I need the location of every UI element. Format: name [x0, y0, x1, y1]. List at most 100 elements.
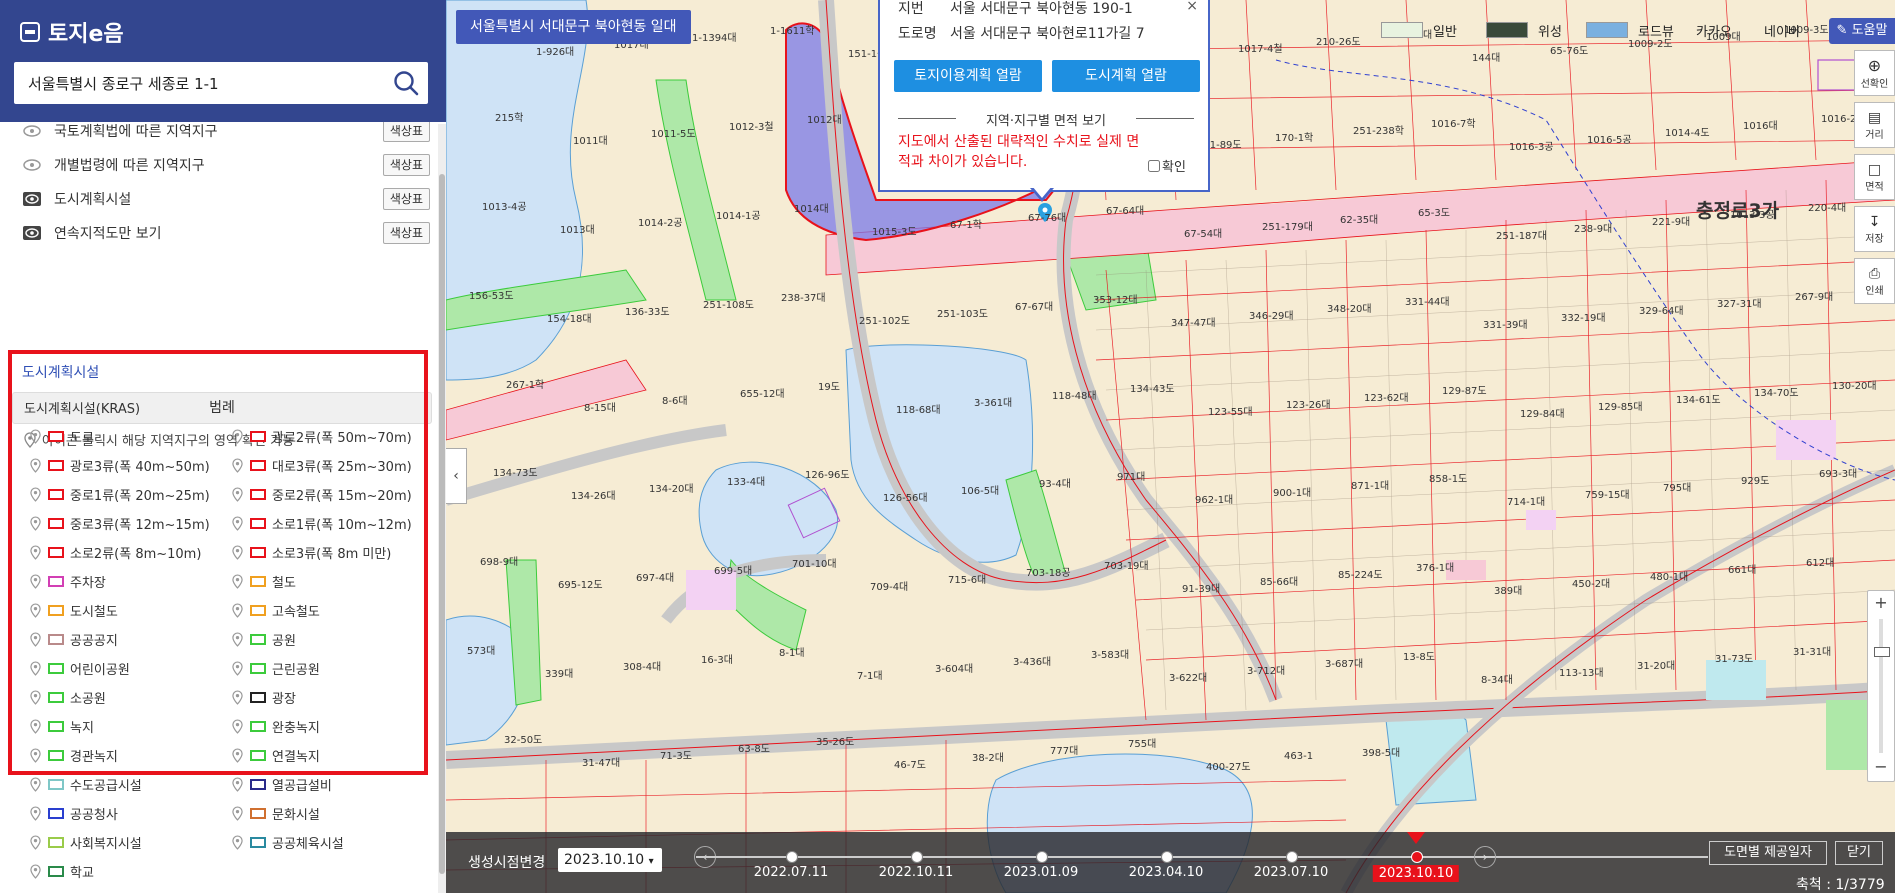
map-pin-icon[interactable]	[230, 602, 244, 618]
legend-item[interactable]: 주차장	[28, 570, 106, 592]
map-pin-icon[interactable]	[230, 776, 244, 792]
map-pin-icon[interactable]	[28, 486, 42, 502]
search-button[interactable]	[384, 62, 428, 104]
legend-item[interactable]: 중로3류(폭 12m~15m)	[28, 512, 210, 534]
maptype-satellite[interactable]: 위성	[1486, 18, 1562, 42]
tool-save[interactable]: ↧ 저장	[1854, 206, 1895, 252]
map-pin-icon[interactable]	[28, 689, 42, 705]
map-pin-icon[interactable]	[28, 805, 42, 821]
timeline-date[interactable]: 2023.10.10	[1372, 865, 1460, 882]
legend-item[interactable]: 소로2류(폭 8m~10m)	[28, 541, 201, 563]
legend-item[interactable]: 도로	[28, 425, 94, 447]
map-pin-icon[interactable]	[230, 689, 244, 705]
timeline-point[interactable]	[1161, 851, 1173, 863]
legend-item[interactable]: 소로3류(폭 8m 미만)	[230, 541, 391, 563]
legend-item[interactable]: 공공체육시설	[230, 831, 344, 853]
timeline-point[interactable]	[1286, 851, 1298, 863]
map-pin-icon[interactable]	[230, 428, 244, 444]
zoom-track[interactable]	[1879, 619, 1883, 753]
maptype-normal[interactable]: 일반	[1381, 18, 1457, 42]
map-pin-icon[interactable]	[28, 863, 42, 879]
timeline-next-button[interactable]: ›	[1474, 846, 1496, 868]
confirm-checkbox[interactable]: 확인	[1148, 156, 1186, 175]
legend-item[interactable]: 경관녹지	[28, 744, 118, 766]
help-button[interactable]: ✎ 도움말	[1829, 18, 1895, 44]
maptype-naver[interactable]: 네이버	[1764, 18, 1800, 42]
map-pin-icon[interactable]	[28, 631, 42, 647]
legend-item[interactable]: 열공급설비	[230, 773, 332, 795]
timeline-date[interactable]: 2023.07.10	[1254, 865, 1328, 880]
logo[interactable]: 토지e음	[20, 16, 124, 48]
legend-item[interactable]: 광로2류(폭 50m~70m)	[230, 425, 412, 447]
timeline-date[interactable]: 2022.07.11	[754, 865, 828, 880]
legend-item[interactable]: 문화시설	[230, 802, 320, 824]
legend-item[interactable]: 공공청사	[28, 802, 118, 824]
tool-line-check[interactable]: ⊕ 선확인	[1854, 50, 1895, 96]
legend-item[interactable]: 소공원	[28, 686, 106, 708]
map-pin-icon[interactable]	[230, 718, 244, 734]
confirm-checkbox-input[interactable]	[1148, 159, 1160, 172]
legend-item[interactable]: 도시철도	[28, 599, 118, 621]
map-pin-icon[interactable]	[28, 428, 42, 444]
legend-item[interactable]: 중로2류(폭 15m~20m)	[230, 483, 412, 505]
map-pin-icon[interactable]	[230, 805, 244, 821]
timeline-date[interactable]: 2023.01.09	[1004, 865, 1078, 880]
legend-item[interactable]: 근린공원	[230, 657, 320, 679]
timeline-point[interactable]	[1411, 851, 1423, 863]
legend-item[interactable]: 수도공급시설	[28, 773, 142, 795]
map-pin-icon[interactable]	[230, 631, 244, 647]
map-pin-icon[interactable]	[28, 457, 42, 473]
timeline-point[interactable]	[911, 851, 923, 863]
legend-item[interactable]: 어린이공원	[28, 657, 130, 679]
map-pin-icon[interactable]	[28, 515, 42, 531]
close-timeline-button[interactable]: 닫기	[1835, 841, 1883, 865]
legend-item[interactable]: 사회복지시설	[28, 831, 142, 853]
tool-print[interactable]: ⎙ 인쇄	[1854, 258, 1895, 304]
urban-plan-button[interactable]: 도시계획 열람	[1052, 60, 1200, 92]
map-pin-icon[interactable]	[28, 660, 42, 676]
legend-item[interactable]: 공공공지	[28, 628, 118, 650]
legend-item[interactable]: 대로3류(폭 25m~30m)	[230, 454, 412, 476]
timeline-point[interactable]	[786, 851, 798, 863]
map-pin-icon[interactable]	[230, 747, 244, 763]
legend-item[interactable]: 고속철도	[230, 599, 320, 621]
tool-area[interactable]: □ 면적	[1854, 154, 1895, 200]
legend-item[interactable]: 광장	[230, 686, 296, 708]
sidebar-scrollbar[interactable]	[438, 124, 446, 893]
map-pin-icon[interactable]	[28, 602, 42, 618]
land-use-plan-button[interactable]: 토지이용계획 열람	[894, 60, 1042, 92]
legend-item[interactable]: 중로1류(폭 20m~25m)	[28, 483, 210, 505]
search-input[interactable]	[26, 73, 384, 93]
maptype-kakao[interactable]: 카카오	[1696, 18, 1732, 42]
map-pin-icon[interactable]	[230, 486, 244, 502]
map-pin-icon[interactable]	[28, 776, 42, 792]
timeline-date[interactable]: 2022.10.11	[879, 865, 953, 880]
map-pin-icon[interactable]	[230, 834, 244, 850]
map-pin-icon[interactable]	[28, 718, 42, 734]
legend-item[interactable]: 녹지	[28, 715, 94, 737]
legend-item[interactable]: 공원	[230, 628, 296, 650]
maptype-roadview[interactable]: 로드뷰	[1586, 18, 1674, 42]
sidebar-collapse-button[interactable]: ‹	[446, 448, 467, 504]
map-pin-icon[interactable]	[230, 515, 244, 531]
sheet-date-button[interactable]: 도면별 제공일자	[1709, 841, 1827, 865]
map-pin-icon[interactable]	[230, 573, 244, 589]
legend-item[interactable]: 소로1류(폭 10m~12m)	[230, 512, 412, 534]
tool-distance[interactable]: ▤ 거리	[1854, 102, 1895, 148]
zoom-slider-handle[interactable]	[1874, 647, 1890, 657]
zoom-out-button[interactable]: −	[1868, 755, 1894, 779]
scrollbar-thumb[interactable]	[439, 174, 445, 874]
zoom-in-button[interactable]: +	[1868, 591, 1894, 615]
map-pin-icon[interactable]	[28, 747, 42, 763]
legend-item[interactable]: 연결녹지	[230, 744, 320, 766]
legend-item[interactable]: 완충녹지	[230, 715, 320, 737]
close-icon[interactable]: ×	[1186, 0, 1198, 14]
map-view[interactable]: 1-866학1-926대1017대1-1394대1-1611학151-1공11-…	[446, 0, 1895, 893]
map-pin-icon[interactable]	[28, 544, 42, 560]
timeline-point[interactable]	[1036, 851, 1048, 863]
legend-item[interactable]: 학교	[28, 860, 94, 882]
map-pin-icon[interactable]	[28, 573, 42, 589]
legend-item[interactable]: 광로3류(폭 40m~50m)	[28, 454, 210, 476]
map-pin-icon[interactable]	[230, 660, 244, 676]
date-select[interactable]: 2023.10.10 ▾	[558, 848, 662, 872]
